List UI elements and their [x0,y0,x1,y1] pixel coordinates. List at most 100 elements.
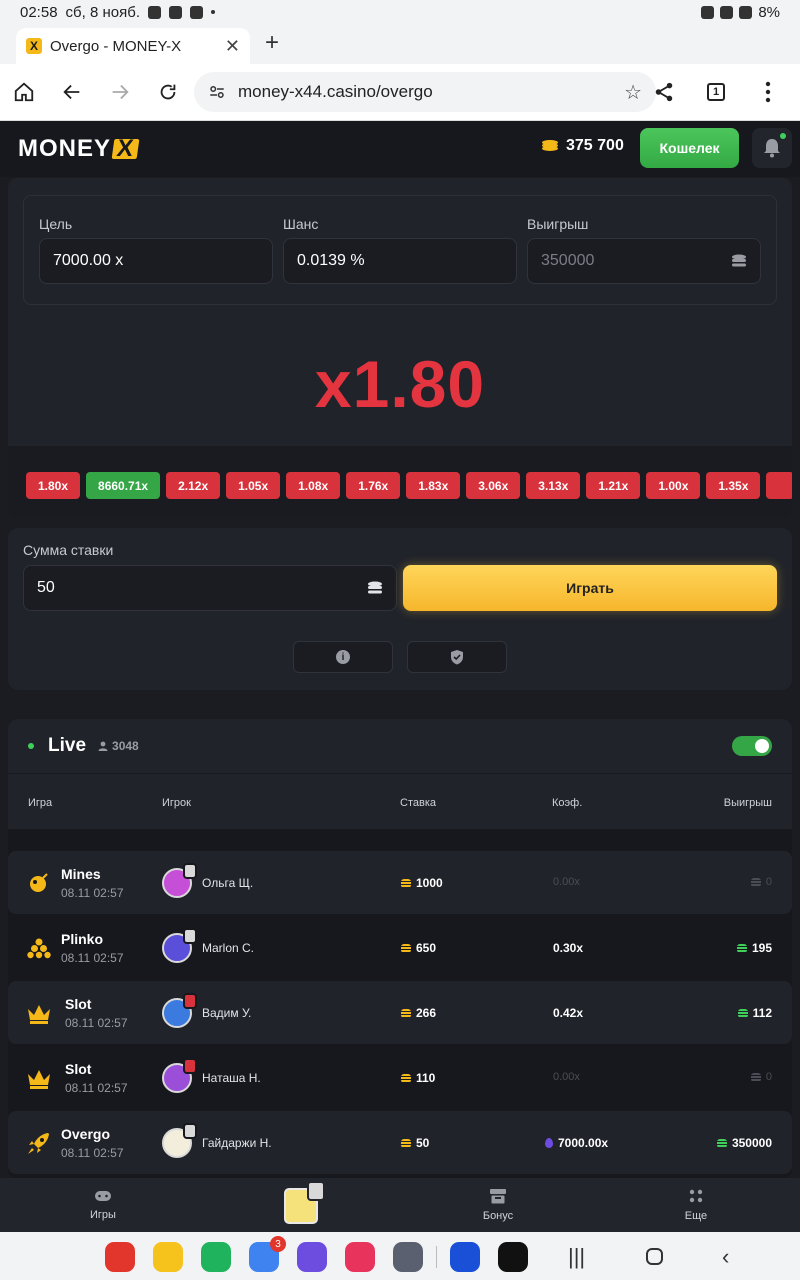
camera-app-icon[interactable] [345,1242,375,1272]
browser-menu-icon[interactable] [744,68,792,116]
recent-apps-icon[interactable]: ||| [568,1244,585,1270]
target-value: 7000.00 x [53,252,124,269]
home-icon[interactable] [0,68,48,116]
win-value: 195 [751,941,772,955]
nav-more[interactable]: Еще [646,1178,746,1232]
target-field[interactable]: 7000.00 x [39,238,273,284]
player-name: Marlon C. [202,941,255,955]
online-count: 3048 [98,739,139,753]
history-chip [766,472,792,499]
phone-app-icon[interactable] [201,1242,231,1272]
money-x-logo[interactable]: MONEY X [18,135,140,163]
stake-amount: 50 [401,1136,429,1150]
back-icon[interactable] [48,68,96,116]
coin-icon [401,1008,411,1018]
history-chip: 3.06x [466,472,521,499]
history-chip: 1.21x [586,472,641,499]
live-row[interactable]: Slot 08.11 02:57 Наташа Н. 110 0.00x 0 [8,1046,792,1109]
live-bets-panel: Live 3048 Игра Игрок Ставка Коэф. Выигры… [8,719,792,1179]
live-toggle[interactable] [732,736,772,756]
bet-amount-value: 50 [37,579,55,596]
nav-games-label: Игры [90,1209,116,1221]
chance-field[interactable]: 0.0139 % [283,238,517,284]
win-amount: 0 [750,1071,772,1083]
telegram-icon [148,5,161,19]
internet-app-icon[interactable] [297,1242,327,1272]
win-value: 350000 [541,252,595,269]
home-button-icon[interactable] [646,1248,663,1265]
wallet-button[interactable]: Кошелек [640,128,739,168]
browser-tab[interactable]: X Overgo - MONEY-X ✕ [16,28,250,64]
live-row[interactable]: Slot 08.11 02:57 Вадим У. 266 0.42x 112 [8,981,792,1044]
favicon-icon: X [26,38,42,54]
chance-label: Шанс [283,216,319,232]
apps-grid-icon[interactable] [393,1242,423,1272]
dock-divider [436,1246,437,1268]
url-text: money-x44.casino/overgo [238,82,433,101]
live-row[interactable]: Plinko 08.11 02:57 Marlon C. 650 0.30x 195 [8,916,792,979]
history-chip: 1.05x [226,472,281,499]
multiplier-history: 1.80x 8660.71x 2.12x 1.05x 1.08x 1.76x 1.83x 3.… [8,446,792,518]
column-player: Игрок [162,797,191,809]
files-app-icon[interactable] [153,1242,183,1272]
bottom-navigation: Игры Бонус Еще [0,1178,800,1232]
win-amount: 0 [750,876,772,888]
provably-fair-button[interactable] [407,641,507,673]
history-chip: 1.80x [26,472,81,499]
win-field: 350000 [527,238,761,284]
forward-icon[interactable] [96,68,144,116]
bet-time: 08.11 02:57 [65,1081,128,1095]
reload-icon[interactable] [144,68,192,116]
history-chip: 2.12x [166,472,221,499]
nav-games[interactable]: Игры [53,1178,153,1232]
rocket-icon [26,1130,52,1156]
tab-title: Overgo - MONEY-X [50,37,182,55]
bell-icon [764,139,780,158]
column-game: Игра [28,797,53,809]
close-tab-icon[interactable]: ✕ [225,36,240,57]
live-table-header: Игра Игрок Ставка Коэф. Выигрыш [8,773,792,829]
bet-amount-input[interactable]: 50 [23,565,397,611]
stake-value: 650 [416,941,437,955]
win-amount: 350000 [716,1136,772,1150]
player-rank-badge [183,1058,197,1074]
back-nav-icon[interactable]: ‹ [722,1244,729,1270]
coin-icon [401,943,411,953]
game-panel: Цель 7000.00 x Шанс 0.0139 % Выигрыш 350… [8,178,792,518]
vpn-shield-app-icon[interactable] [450,1242,480,1272]
live-row[interactable]: Mines 08.11 02:57 Ольга Щ. 1000 0.00x 0 [8,851,792,914]
history-chip: 1.00x [646,472,701,499]
column-coef: Коэф. [552,797,583,809]
win-value: 0 [765,1071,772,1083]
chance-value: 0.0139 % [297,252,365,269]
url-field[interactable]: money-x44.casino/overgo ☆ [194,72,656,112]
tiktok-app-icon[interactable] [498,1242,528,1272]
new-tab-icon[interactable]: + [260,31,284,56]
crown-icon [26,1065,52,1091]
share-icon[interactable] [640,68,688,116]
plinko-icon [26,935,52,961]
notifications-button[interactable] [752,128,792,168]
live-row[interactable]: Overgo 08.11 02:57 Гайдаржи Н. 50 7000.00x 35… [8,1111,792,1174]
win-value: 350000 [731,1136,772,1150]
stake-amount: 110 [401,1071,435,1085]
flipboard-app-icon[interactable] [105,1242,135,1272]
play-button[interactable]: Играть [403,565,777,611]
stake-value: 266 [416,1006,437,1020]
clock: 02:58 [20,3,58,21]
nav-bonus-label: Бонус [482,1210,514,1222]
tab-switcher-button[interactable]: 1 [692,68,740,116]
info-button[interactable]: i [293,641,393,673]
info-icon: i [336,650,350,664]
game-name: Mines [61,866,101,882]
balance: 375 700 [542,137,624,155]
bet-panel: Сумма ставки 50 Играть i [8,528,792,690]
history-chip: 1.08x [286,472,341,499]
nav-bonus[interactable]: Бонус [448,1178,548,1232]
coin-icon [716,1138,727,1148]
coefficient: 0.00x [553,1071,580,1083]
site-settings-icon[interactable] [208,83,226,101]
coefficient: 0.42x [553,1006,584,1020]
battery-level: 8% [758,3,780,21]
coin-icon [401,878,411,888]
